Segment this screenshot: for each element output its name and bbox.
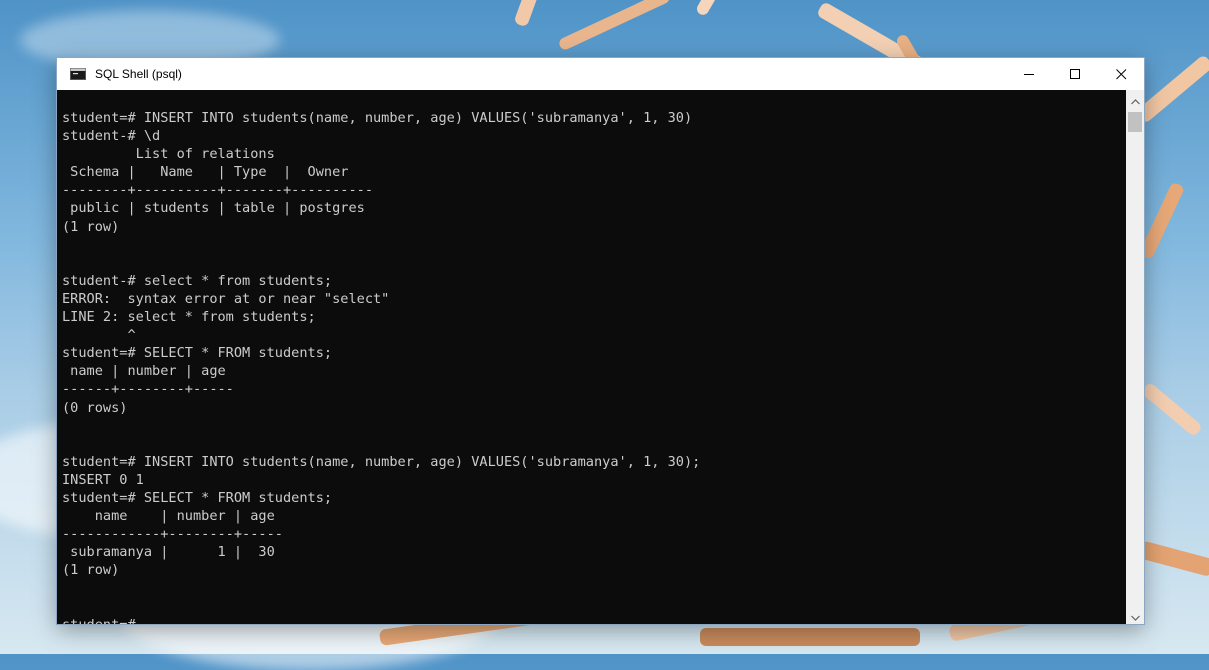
terminal-line: student=#: [62, 616, 1126, 624]
terminal-line: ------------+--------+-----: [62, 526, 283, 543]
chevron-up-icon: [1130, 90, 1140, 109]
scroll-down-button[interactable]: [1126, 606, 1144, 624]
wallpaper-beam: [694, 0, 761, 17]
minimize-icon: [1023, 65, 1035, 84]
title-bar[interactable]: SQL Shell (psql): [57, 58, 1144, 90]
terminal-line: INSERT 0 1: [62, 471, 144, 488]
window-title: SQL Shell (psql): [95, 67, 182, 81]
terminal-text: student=# INSERT INTO students(name, num…: [57, 90, 1126, 624]
terminal-line: --------+----------+-------+----------: [62, 182, 373, 199]
terminal-output[interactable]: student=# INSERT INTO students(name, num…: [57, 90, 1126, 624]
chevron-down-icon: [1130, 606, 1140, 625]
wallpaper-beam: [557, 0, 672, 52]
window-controls: [1006, 58, 1144, 90]
terminal-line: (1 row): [62, 562, 120, 579]
wallpaper-beam: [1140, 381, 1204, 438]
terminal-line: name | number | age: [62, 508, 275, 525]
close-button[interactable]: [1098, 58, 1144, 90]
wallpaper-beam: [1137, 540, 1209, 578]
terminal-line: LINE 2: select * from students;: [62, 309, 316, 326]
maximize-icon: [1069, 65, 1081, 84]
terminal-window-icon: [69, 67, 87, 81]
vertical-scrollbar[interactable]: [1126, 90, 1144, 624]
terminal-line: student=# SELECT * FROM students;: [62, 345, 333, 362]
terminal-line: student=# INSERT INTO students(name, num…: [62, 453, 701, 470]
terminal-line: student-# select * from students;: [62, 272, 333, 289]
terminal-line: ^: [62, 327, 136, 344]
scroll-up-button[interactable]: [1126, 90, 1144, 108]
terminal-line: (0 rows): [62, 399, 128, 416]
scrollbar-thumb[interactable]: [1128, 112, 1142, 132]
psql-console-window[interactable]: SQL Shell (psql) student=# INSERT INTO s…: [57, 58, 1144, 624]
terminal-line: student=# SELECT * FROM students;: [62, 489, 333, 506]
terminal-line: student=# INSERT INTO students(name, num…: [62, 110, 693, 126]
terminal-line: name | number | age: [62, 363, 226, 380]
terminal-line: (1 row): [62, 218, 120, 235]
terminal-line: ERROR: syntax error at or near "select": [62, 290, 390, 307]
wallpaper-beam: [1134, 54, 1209, 125]
wallpaper-beam: [1138, 181, 1186, 260]
maximize-button[interactable]: [1052, 58, 1098, 90]
terminal-line: public | students | table | postgres: [62, 200, 365, 217]
terminal-line: subramanya | 1 | 30: [62, 544, 275, 561]
close-icon: [1115, 65, 1127, 84]
wallpaper-beam: [700, 628, 920, 646]
terminal-line: Schema | Name | Type | Owner: [62, 164, 349, 181]
terminal-line: ------+--------+-----: [62, 381, 234, 398]
terminal-line: List of relations: [62, 146, 275, 163]
minimize-button[interactable]: [1006, 58, 1052, 90]
terminal-line: student-# \d: [62, 128, 161, 145]
wallpaper-beam: [513, 0, 572, 28]
